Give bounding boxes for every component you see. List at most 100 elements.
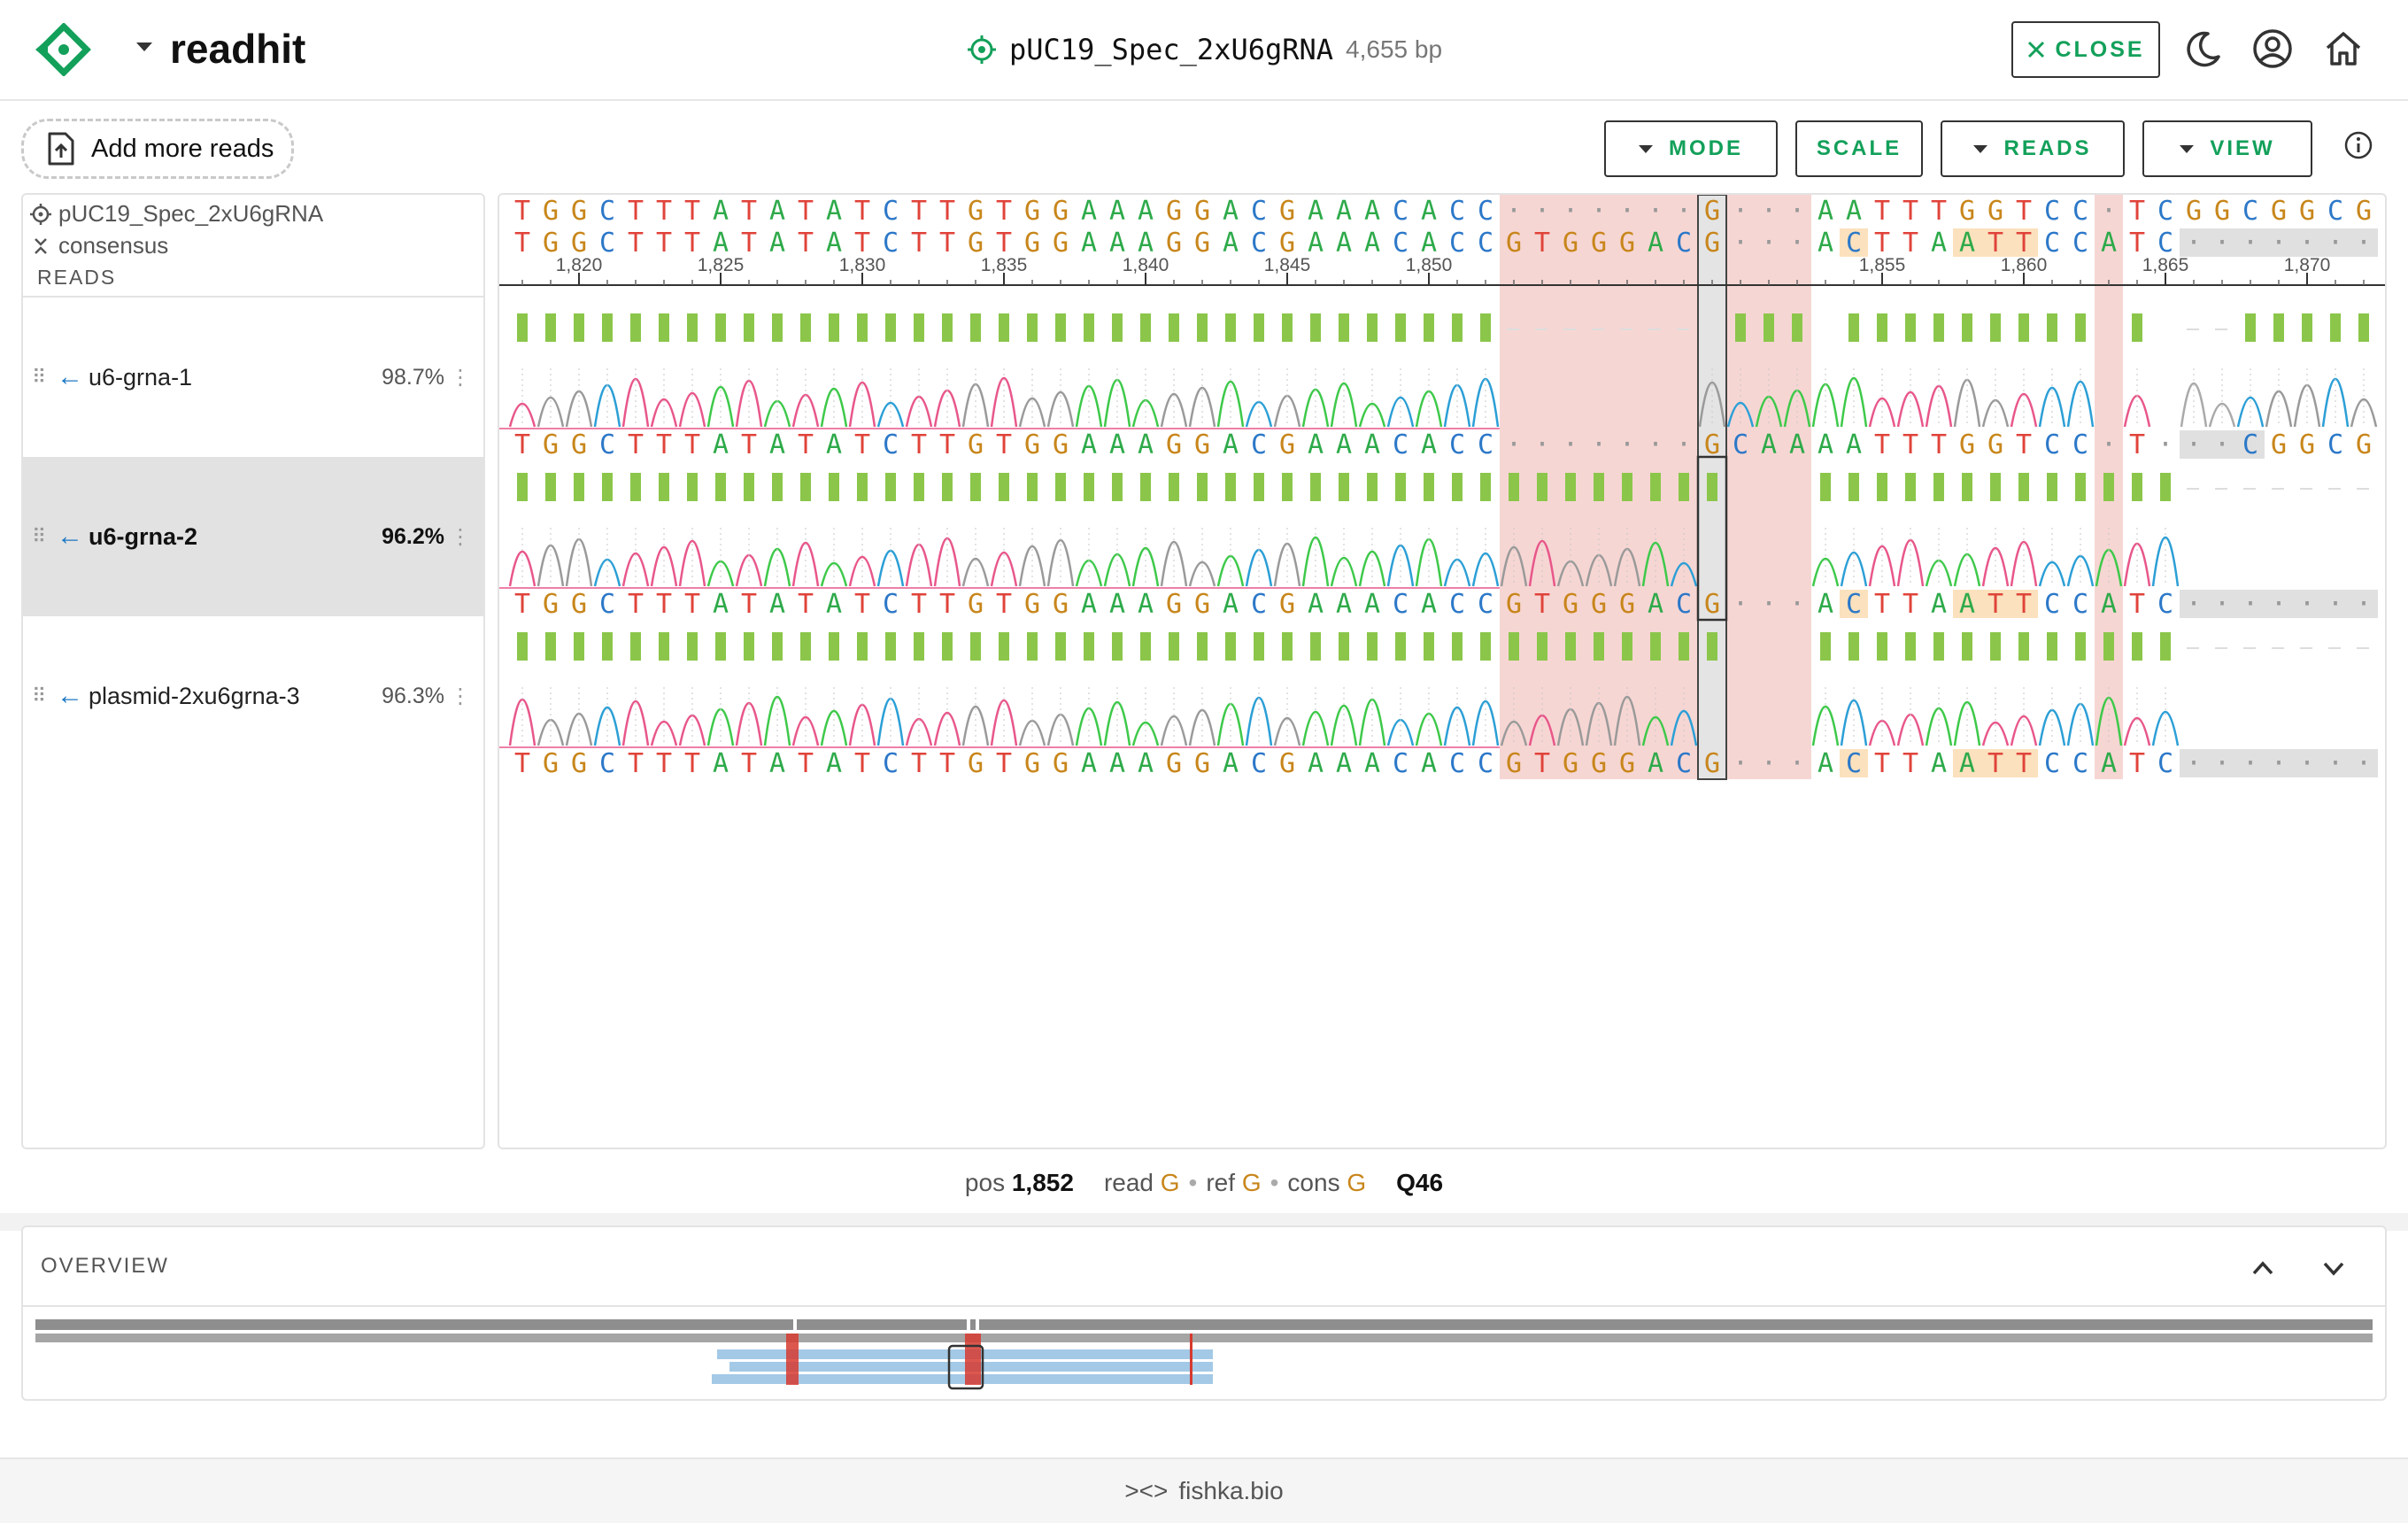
reference-base: T (514, 196, 530, 227)
read-2-base: · (2271, 589, 2287, 620)
view-button[interactable]: VIEW (2142, 120, 2312, 177)
consensus-base: · (2214, 228, 2230, 259)
view-label: VIEW (2210, 136, 2275, 160)
consensus-base: C (2157, 228, 2173, 259)
consensus-base: G (1166, 228, 1182, 259)
read-2-base: C (2044, 589, 2060, 620)
read-3-base: · (2186, 748, 2202, 779)
account-icon[interactable] (2250, 27, 2295, 71)
quality-bar (1764, 313, 1774, 342)
consensus-base: T (911, 228, 927, 259)
consensus-base: G (1704, 228, 1720, 259)
reference-row[interactable]: pUC19_Spec_2xU6gRNA (30, 200, 323, 228)
alignment-viewer[interactable]: T G G C T T T A T A T A T C T T G T G G A A A G G A C G A A A C A C C · · · · ·… (498, 193, 2387, 1149)
overview-panel: OVERVIEW (21, 1225, 2387, 1401)
quality-bar (630, 632, 641, 661)
read-3-base: G (1704, 748, 1720, 779)
read-row-plasmid-2xu6grna-3[interactable]: ⠿ ← plasmid-2xu6grna-3 96.3% ⋮ (23, 616, 483, 776)
scale-button[interactable]: SCALE (1795, 120, 1923, 177)
app-name[interactable]: readhit (170, 25, 305, 73)
read-3-base: A (1421, 748, 1437, 779)
caret-down-icon (1973, 144, 1988, 153)
read-3-base: T (911, 748, 927, 779)
read-3-base: · (1789, 748, 1805, 779)
reference-base: T (1902, 196, 1918, 227)
chevron-down-icon[interactable] (2316, 1250, 2351, 1286)
read-3-base: A (1308, 748, 1324, 779)
mode-button[interactable]: MODE (1604, 120, 1778, 177)
read-row-u6-grna-1[interactable]: ⠿ ← u6-grna-1 98.7% ⋮ (23, 298, 483, 457)
read-3-base: T (1987, 748, 2003, 779)
read-1-base: T (996, 429, 1012, 460)
drag-handle-icon[interactable]: ⠿ (32, 684, 46, 707)
consensus-base: C (1393, 228, 1409, 259)
drag-handle-icon[interactable]: ⠿ (32, 525, 46, 548)
readhit-logo-icon[interactable] (32, 23, 96, 76)
read-3-base: G (1024, 748, 1040, 779)
read-3-base: A (1364, 748, 1380, 779)
read-menu-icon[interactable]: ⋮ (450, 365, 471, 390)
quality-bar (1169, 632, 1179, 661)
read-1-base: · (2157, 429, 2173, 460)
consensus-row[interactable]: consensus (30, 232, 168, 259)
read-1-base: C (1478, 429, 1493, 460)
overview-title: OVERVIEW (41, 1254, 169, 1278)
quality-bar (574, 632, 584, 661)
drag-handle-icon[interactable]: ⠿ (32, 366, 46, 389)
reverse-strand-arrow-icon: ← (57, 681, 83, 710)
reference-base: G (2356, 196, 2372, 227)
read-1-base: C (1449, 429, 1465, 460)
quality-bar (1820, 632, 1831, 661)
reads-button[interactable]: READS (1941, 120, 2125, 177)
dark-mode-moon-icon[interactable] (2181, 27, 2226, 71)
add-more-reads-button[interactable]: Add more reads (21, 119, 294, 179)
overview-map[interactable] (23, 1307, 2385, 1399)
chromatogram-peak (621, 700, 650, 746)
quality-bar (914, 632, 924, 661)
read-2-base: C (1251, 589, 1267, 620)
quality-bar (2132, 313, 2142, 342)
reference-base: T (996, 196, 1012, 227)
reference-base: G (1279, 196, 1295, 227)
consensus-base: C (2072, 228, 2088, 259)
read-1-base: A (1308, 429, 1324, 460)
footer-text[interactable]: fishka.bio (1178, 1477, 1283, 1505)
read-3-base: T (741, 748, 757, 779)
quality-bar (2047, 313, 2057, 342)
consensus-base: G (1194, 228, 1210, 259)
chevron-up-icon[interactable] (2245, 1250, 2281, 1286)
read-3-base: G (571, 748, 587, 779)
consensus-base: C (883, 228, 899, 259)
read-3-base: · (2271, 748, 2287, 779)
consensus-base: C (2044, 228, 2060, 259)
alignment-canvas[interactable]: T G G C T T T A T A T A T C T T G T G G A A A G G A C G A A A C A C C · · · · ·… (499, 195, 2387, 1149)
read-row-u6-grna-2[interactable]: ⠿ ← u6-grna-2 96.2% ⋮ (23, 457, 483, 616)
read-menu-icon[interactable]: ⋮ (450, 524, 471, 550)
home-icon[interactable] (2321, 27, 2366, 71)
target-icon (30, 203, 51, 225)
info-icon[interactable] (2342, 129, 2374, 161)
quality-bar (715, 632, 726, 661)
quality-bar (1509, 632, 1519, 661)
quality-bar (1169, 473, 1179, 501)
quality-bar (1140, 632, 1151, 661)
quality-bar (1197, 632, 1208, 661)
read-1-base: · (1506, 429, 1522, 460)
chromatogram-peak (735, 380, 763, 428)
app-menu-caret-icon[interactable] (136, 43, 152, 51)
quality-bar (942, 313, 953, 342)
read-2-base: A (1109, 589, 1125, 620)
close-button[interactable]: CLOSE (2011, 21, 2160, 78)
read-3-base: T (996, 748, 1012, 779)
quality-bar (2358, 313, 2369, 342)
read-2-base: T (2129, 589, 2145, 620)
read-1-base: C (2327, 429, 2343, 460)
read-3-base: T (2129, 748, 2145, 779)
read-menu-icon[interactable]: ⋮ (450, 684, 471, 709)
reference-base: T (741, 196, 757, 227)
consensus-base: G (1024, 228, 1040, 259)
consensus-base: · (1761, 228, 1777, 259)
read-1-base: G (1987, 429, 2003, 460)
consensus-label: consensus (58, 232, 169, 259)
read-2-base: A (1421, 589, 1437, 620)
